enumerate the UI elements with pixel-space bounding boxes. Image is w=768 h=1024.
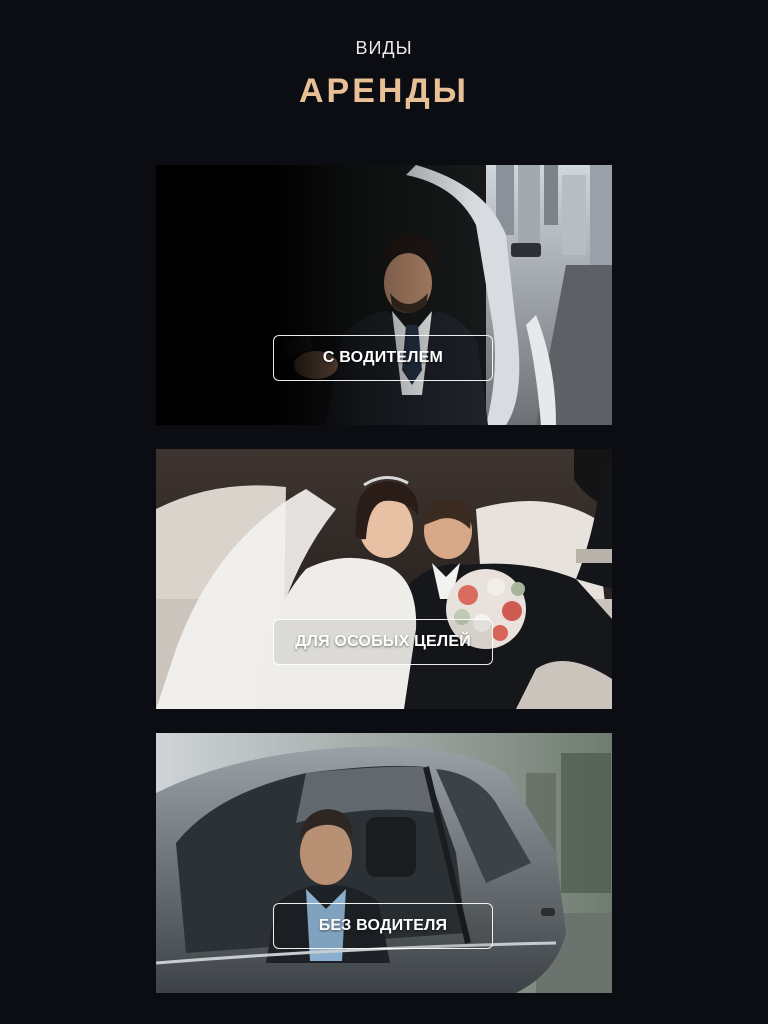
section-title: АРЕНДЫ [299, 72, 469, 110]
rental-card-without-driver[interactable]: БЕЗ ВОДИТЕЛЯ [156, 733, 612, 993]
section-subtitle: ВИДЫ [355, 38, 413, 58]
rental-card-with-driver[interactable]: С ВОДИТЕЛЕМ [156, 165, 612, 425]
special-occasions-button[interactable]: ДЛЯ ОСОБЫХ ЦЕЛЕЙ [273, 619, 493, 665]
with-driver-button[interactable]: С ВОДИТЕЛЕМ [273, 335, 493, 381]
with-driver-photo [156, 165, 612, 425]
rental-card-special-occasions[interactable]: ДЛЯ ОСОБЫХ ЦЕЛЕЙ [156, 449, 612, 709]
rental-types-section: ВИДЫ АРЕНДЫ С ВОДИТЕЛЕМ ДЛЯ ОСОБЫХ ЦЕЛЕЙ… [0, 0, 768, 1024]
wedding-couple-photo [156, 449, 612, 709]
without-driver-button[interactable]: БЕЗ ВОДИТЕЛЯ [273, 903, 493, 949]
without-driver-photo [156, 733, 612, 993]
